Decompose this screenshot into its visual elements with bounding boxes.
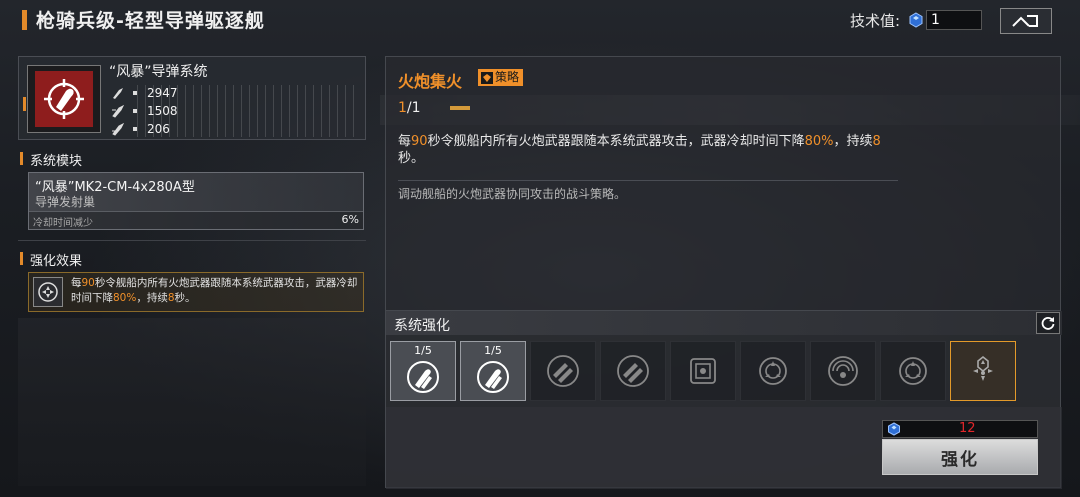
stat-dot xyxy=(133,109,137,113)
speed-stat-icon xyxy=(112,122,125,136)
desc-part: ，持续 xyxy=(833,134,873,149)
radar-icon xyxy=(828,356,858,386)
module-type: 导弹发射巢 xyxy=(35,195,96,209)
skill-tag-label: 策略 xyxy=(495,70,520,84)
slot-level: 1/5 xyxy=(484,344,502,357)
upgrade-slot-3[interactable] xyxy=(530,341,596,401)
upgrade-title: 系统强化 xyxy=(394,318,450,334)
desc-part: 每 xyxy=(398,134,412,149)
tech-gem-icon xyxy=(909,12,923,28)
stat-row-damage: 2947 xyxy=(111,86,178,100)
upgrade-slot-8[interactable] xyxy=(880,341,946,401)
skill-description: 每90秒令舰船内所有火炮武器跟随本系统武器攻击，武器冷却时间下降80%，持续8 秒… xyxy=(398,133,898,167)
module-section-title: 系统模块 xyxy=(18,150,82,169)
upgrade-cost-value: 12 xyxy=(959,421,976,436)
missile-pair-icon xyxy=(547,355,579,387)
title-accent-mark xyxy=(22,10,27,30)
weapon-tab-marker xyxy=(23,97,26,111)
missile-target-icon xyxy=(44,79,84,119)
damage-stat-icon xyxy=(113,88,123,99)
module-attr-value: 6% xyxy=(341,213,359,226)
crosshair-icon xyxy=(899,357,927,385)
skill-level: 1/1 xyxy=(398,100,421,116)
left-divider xyxy=(18,240,366,241)
weapon-card[interactable]: “风暴”导弹系统 2947 1508 206 xyxy=(18,56,366,140)
top-bar: 枪骑兵级-轻型导弹驱逐舰 技术值: 1 xyxy=(0,0,1080,42)
upgrade-cost-box: 12 xyxy=(882,420,1038,438)
upgrade-slots: 1/5 1/5 xyxy=(390,341,1016,401)
skill-flavor-text: 调动舰船的火炮武器协同攻击的战斗策略。 xyxy=(398,187,627,201)
stat-value-speed: 206 xyxy=(147,122,170,136)
module-card[interactable]: “风暴”MK2-CM-4x280A型 导弹发射巢 冷却时间减少 6% xyxy=(28,172,364,230)
stat-row-speed: 206 xyxy=(111,122,170,136)
enhance-effect-card: 每90秒令舰船内所有火炮武器跟随本系统武器攻击，武器冷却时间下降80%，持续8秒… xyxy=(28,272,364,312)
upgrade-slot-1[interactable]: 1/5 xyxy=(390,341,456,401)
enh-text-part: ，持续 xyxy=(136,292,168,304)
desc-highlight: 8 xyxy=(872,134,881,149)
focus-fire-icon xyxy=(38,282,58,302)
upgrade-slot-7[interactable] xyxy=(810,341,876,401)
enh-text-highlight: 8 xyxy=(167,292,175,304)
desc-part: 秒。 xyxy=(398,151,425,166)
stat-row-armor: 1508 xyxy=(111,104,178,118)
missile-target-icon xyxy=(477,361,509,393)
skill-level-bar xyxy=(450,106,470,110)
stat-value-damage: 2947 xyxy=(147,86,178,100)
tech-value-box: 1 xyxy=(926,10,982,30)
left-bottom-area xyxy=(18,318,366,486)
desc-highlight: 80% xyxy=(804,134,834,149)
desc-highlight: 90 xyxy=(411,134,428,149)
stat-value-armor: 1508 xyxy=(147,104,178,118)
weapon-name: “风暴”导弹系统 xyxy=(109,64,208,80)
upgrade-slot-2[interactable]: 1/5 xyxy=(460,341,526,401)
skill-level-max: 1 xyxy=(411,100,421,116)
enh-text-highlight: 90 xyxy=(81,277,95,289)
module-attr-row: 冷却时间减少 6% xyxy=(29,211,363,229)
slot-level: 1/5 xyxy=(414,344,432,357)
weapon-icon-frame xyxy=(27,65,101,133)
left-panel: “风暴”导弹系统 2947 1508 206 系统模块 “风暴”MK2-CM-4… xyxy=(18,56,366,486)
weapon-icon-bg xyxy=(35,71,93,127)
refresh-icon xyxy=(1041,317,1055,330)
upgrade-slot-6[interactable] xyxy=(740,341,806,401)
stat-dot xyxy=(133,127,137,131)
missile-target-icon xyxy=(407,361,439,393)
upgrade-slot-4[interactable] xyxy=(600,341,666,401)
enhance-icon-frame xyxy=(33,277,63,307)
desc-part: 秒令舰船内所有火炮武器跟随本系统武器攻击，武器冷却时间下降 xyxy=(427,134,805,149)
back-arrow-icon xyxy=(1012,15,1038,27)
enhance-button[interactable]: 强化 xyxy=(882,439,1038,475)
focus-fire-icon xyxy=(973,355,993,381)
upgrade-header: 系统强化 xyxy=(386,311,1062,335)
enh-text-part: 秒。 xyxy=(174,292,196,304)
detail-divider xyxy=(398,180,898,181)
upgrade-slot-5[interactable] xyxy=(670,341,736,401)
missile-pair-icon xyxy=(617,355,649,387)
armor-stat-icon xyxy=(112,104,125,118)
crosshair-icon xyxy=(759,357,787,385)
skill-level-current: 1 xyxy=(398,100,407,116)
back-button[interactable] xyxy=(1000,8,1052,34)
skill-title: 火炮集火 xyxy=(398,72,463,91)
enh-text-highlight: 80% xyxy=(113,292,137,304)
skill-detail-panel: 火炮集火 策略 1/1 每90秒令舰船内所有火炮武器跟随本系统武器攻击，武器冷却… xyxy=(385,56,1061,312)
system-upgrade-panel: 系统强化 1/5 1/5 12 强化 xyxy=(385,310,1062,489)
tech-gem-icon xyxy=(888,422,900,436)
tech-value-label: 技术值: xyxy=(850,12,901,30)
enhance-section-title: 强化效果 xyxy=(18,250,82,269)
chip-icon xyxy=(690,358,716,384)
upgrade-slot-9[interactable] xyxy=(950,341,1016,401)
enhance-effect-text: 每90秒令舰船内所有火炮武器跟随本系统武器攻击，武器冷却时间下降80%，持续8秒… xyxy=(71,276,359,306)
refresh-button[interactable] xyxy=(1036,312,1060,334)
stat-dot xyxy=(133,91,137,95)
strategy-icon xyxy=(481,71,493,84)
enh-text-part: 每 xyxy=(71,277,82,289)
module-attr-label: 冷却时间减少 xyxy=(33,218,93,229)
page-title: 枪骑兵级-轻型导弹驱逐舰 xyxy=(36,10,265,32)
skill-type-tag: 策略 xyxy=(478,69,524,86)
